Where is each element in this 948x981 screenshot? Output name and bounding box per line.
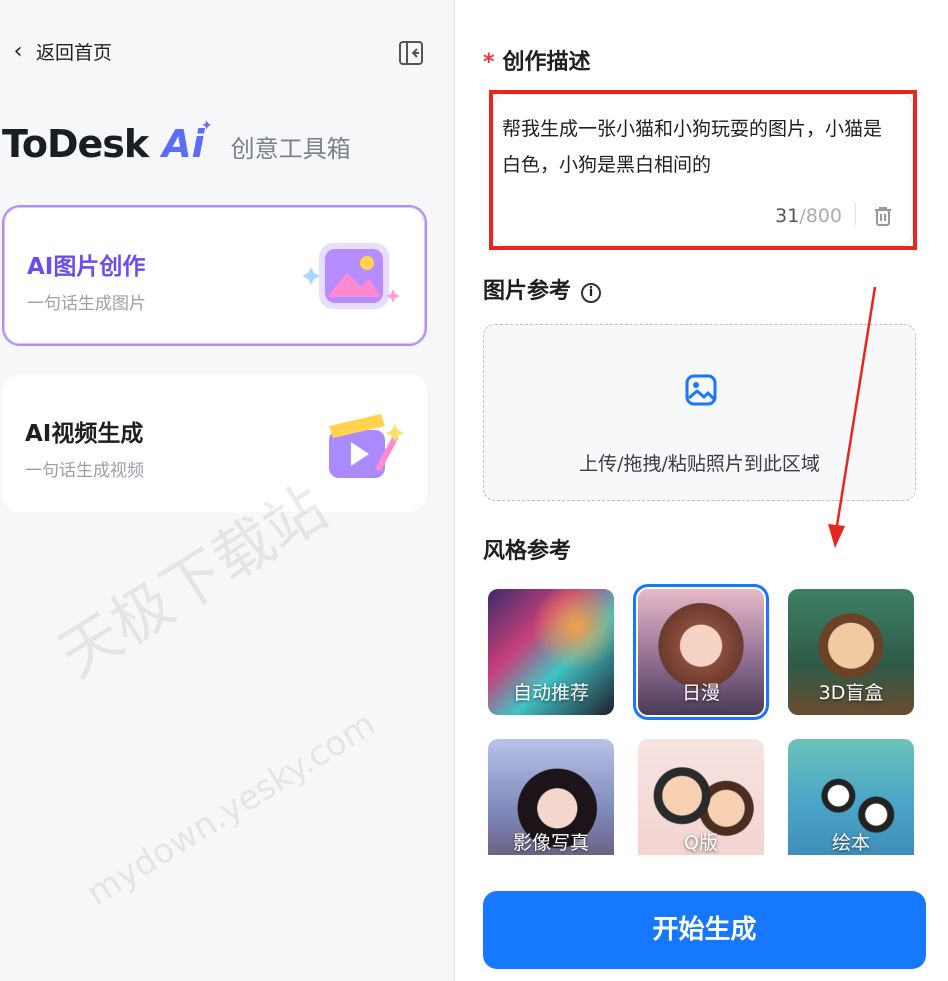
prompt-label: * 创作描述 (483, 50, 591, 75)
card-title: AI视频生成 (25, 421, 144, 447)
style-3d-blindbox[interactable]: 3D盲盒 (788, 589, 914, 715)
reference-label: 图片参考 i (483, 273, 602, 305)
main-panel: * 创作描述 帮我生成一张小猫和小狗玩耍的图片，小猫是白色，小狗是黑白相间的 31… (455, 0, 948, 981)
card-ai-video[interactable]: AI视频生成 一句话生成视频 (2, 374, 427, 512)
brand-logo: ToDesk Ai ✦ 创意工具箱 (2, 118, 351, 166)
chevron-left-icon: ‹ (13, 39, 23, 64)
required-mark: * (483, 50, 495, 75)
style-auto[interactable]: 自动推荐 (488, 589, 614, 715)
style-portrait[interactable]: 影像写真 (488, 739, 614, 855)
brand-subtitle: 创意工具箱 (230, 135, 351, 163)
card-title: AI图片创作 (27, 254, 146, 280)
video-illustration-icon (329, 414, 404, 478)
back-home-link[interactable]: ‹ 返回首页 (8, 38, 112, 65)
sparkle-icon: ✦ (200, 118, 213, 134)
card-subtitle: 一句话生成视频 (25, 461, 144, 481)
style-anime[interactable]: 日漫 (633, 584, 769, 720)
image-upload-icon (685, 374, 717, 406)
left-sidebar: ‹ 返回首页 ToDesk Ai ✦ 创意工具箱 AI图片创作 一句话生成图片 A… (0, 0, 455, 981)
style-label: 风格参考 (483, 539, 572, 564)
brand-name: ToDesk (2, 122, 149, 166)
brand-ai: Ai ✦ (162, 118, 213, 166)
upload-hint: 上传/拖拽/粘贴照片到此区域 (579, 453, 820, 475)
info-icon[interactable]: i (581, 283, 602, 303)
style-chibi[interactable]: Q版 (638, 739, 764, 855)
annotation-highlight-box (489, 90, 917, 250)
style-picturebook[interactable]: 绘本 (788, 739, 914, 855)
collapse-sidebar-icon[interactable] (398, 40, 424, 66)
card-ai-image[interactable]: AI图片创作 一句话生成图片 (2, 205, 427, 346)
generate-button[interactable]: 开始生成 (483, 891, 926, 969)
style-grid: 自动推荐 日漫 3D盲盒 影像写真 Q版 绘本 (483, 583, 923, 855)
image-illustration-icon (303, 243, 400, 309)
watermark-url: mydown.yesky.com (80, 704, 383, 914)
upload-dropzone[interactable]: 上传/拖拽/粘贴照片到此区域 (483, 324, 916, 501)
back-home-label: 返回首页 (36, 42, 113, 64)
card-subtitle: 一句话生成图片 (27, 294, 146, 314)
